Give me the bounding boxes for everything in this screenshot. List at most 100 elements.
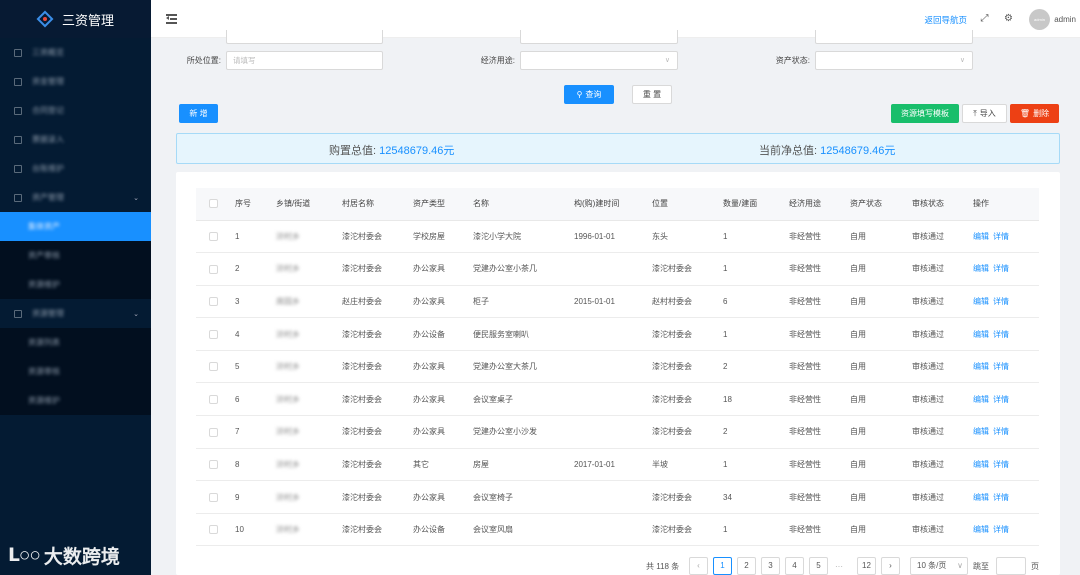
sidebar-item-9[interactable]: 资源管理 ⌄ <box>0 299 151 328</box>
page-2-button[interactable]: 2 <box>737 557 756 575</box>
row-checkbox[interactable] <box>209 427 218 437</box>
detail-link[interactable]: 详情 <box>993 395 1009 404</box>
row-checkbox[interactable] <box>209 460 218 470</box>
location-input[interactable]: 请填写 <box>226 51 383 70</box>
page-1-button[interactable]: 1 <box>713 557 732 575</box>
prev-page-button[interactable]: ‹ <box>689 557 708 575</box>
filter-input-cut-3[interactable] <box>815 30 973 44</box>
page-3-button[interactable]: 3 <box>761 557 780 575</box>
menu-item-icon <box>14 48 22 57</box>
row-select-cell <box>196 415 232 449</box>
page-4-button[interactable]: 4 <box>785 557 804 575</box>
table-row[interactable]: 3 席园乡 赵庄村委会 办公家具 柜子 2015-01-01 赵村村委会 6 非经营性 自用 审核通… <box>196 285 1039 319</box>
row-checkbox[interactable] <box>209 492 218 502</box>
page-5-button[interactable]: 5 <box>809 557 828 575</box>
edit-link[interactable]: 编辑 <box>973 232 989 241</box>
query-button[interactable]: ⚲ 查询 <box>564 85 614 104</box>
edit-link[interactable]: 编辑 <box>973 493 989 502</box>
cell-use: 非经营性 <box>786 480 847 514</box>
purchase-total-value: 12548679.46元 <box>379 145 455 157</box>
sidebar-item-4[interactable]: 台账维护 <box>0 154 151 183</box>
row-checkbox[interactable] <box>209 264 218 274</box>
col-header: 序号 <box>232 188 273 221</box>
edit-link[interactable]: 编辑 <box>973 362 989 371</box>
row-select-cell <box>196 480 232 514</box>
row-checkbox[interactable] <box>209 362 218 372</box>
row-checkbox[interactable] <box>209 231 218 241</box>
table-row[interactable]: 2 浒村乡 漆沱村委会 办公家具 党建办公室小茶几 漆沱村委会 1 非经营性 自用 审核通过 编辑详… <box>196 252 1039 286</box>
edit-link[interactable]: 编辑 <box>973 264 989 273</box>
sidebar-item-8[interactable]: 资源维护 <box>0 270 151 299</box>
edit-link[interactable]: 编辑 <box>973 460 989 469</box>
table-row[interactable]: 8 浒村乡 漆沱村委会 其它 房屋 2017-01-01 半坡 1 非经营性 自用 审核通过 编辑 详情 <box>196 448 1039 482</box>
sidebar-item-label: 资金管理 <box>32 77 64 86</box>
jump-page-input[interactable] <box>996 557 1026 575</box>
detail-link[interactable]: 详情 <box>993 427 1009 436</box>
app-logo[interactable]: 三资管理 <box>0 0 151 38</box>
cell-status: 自用 <box>847 285 909 319</box>
settings-gear-icon[interactable]: ⚙ <box>1003 13 1014 24</box>
row-checkbox[interactable] <box>209 297 218 307</box>
detail-link[interactable]: 详情 <box>993 493 1009 502</box>
table-body: 1 浒村乡 漆沱村委会 学校房屋 漆沱小学大院 1996-01-01 东头 1 非经营性 自用 审核… <box>196 220 1039 547</box>
row-checkbox[interactable] <box>209 329 218 339</box>
row-checkbox[interactable] <box>209 394 218 404</box>
edit-link[interactable]: 编辑 <box>973 297 989 306</box>
page-size-select[interactable]: 10 条/页 ∨ <box>910 557 968 575</box>
template-button[interactable]: 资源填写模板 <box>891 104 959 123</box>
edit-link[interactable]: 编辑 <box>973 395 989 404</box>
detail-link[interactable]: 详情 <box>993 264 1009 273</box>
sidebar-item-2[interactable]: 合同登记 <box>0 96 151 125</box>
table-row[interactable]: 6 浒村乡 漆沱村委会 办公家具 会议室桌子 漆沱村委会 18 非经营性 自用 审核通过 编辑 详情 <box>196 382 1039 417</box>
detail-link[interactable]: 详情 <box>993 232 1009 241</box>
edit-link[interactable]: 编辑 <box>973 427 989 436</box>
cell-name: 会议室桌子 <box>470 382 571 417</box>
cell-date: 1996-01-01 <box>571 220 649 254</box>
filter-input-cut-1[interactable] <box>226 30 383 44</box>
sidebar-item-label: 资源维护 <box>28 280 60 289</box>
detail-link[interactable]: 详情 <box>993 460 1009 469</box>
menu-collapse-icon[interactable] <box>166 14 177 24</box>
cell-actions: 编辑 详情 <box>970 285 1039 319</box>
edit-link[interactable]: 编辑 <box>973 525 989 534</box>
cell-audit: 审核通过 <box>909 448 970 482</box>
sidebar-item-10[interactable]: 资源列表 <box>0 328 151 357</box>
econ-use-select[interactable]: ∨ <box>520 51 678 70</box>
page-last-button[interactable]: 12 <box>857 557 876 575</box>
row-checkbox[interactable] <box>209 525 218 535</box>
fullscreen-icon[interactable]: ⤢ <box>979 13 990 24</box>
detail-link[interactable]: 详情 <box>993 297 1009 306</box>
filter-input-cut-2[interactable] <box>520 30 678 44</box>
select-all-checkbox[interactable] <box>209 199 218 209</box>
sidebar-item-6[interactable]: 集体资产 <box>0 212 151 241</box>
asset-status-select[interactable]: ∨ <box>815 51 973 70</box>
table-row[interactable]: 1 浒村乡 漆沱村委会 学校房屋 漆沱小学大院 1996-01-01 东头 1 非经营性 自用 审核… <box>196 220 1039 254</box>
table-row[interactable]: 7 浒村乡 漆沱村委会 办公家具 党建办公室小沙发 漆沱村委会 2 非经营性 自用 审核通过 编辑详… <box>196 415 1039 449</box>
import-button[interactable]: ⤒ 导入 <box>962 104 1007 123</box>
detail-link[interactable]: 详情 <box>993 330 1009 339</box>
user-name[interactable]: admin <box>1054 15 1076 24</box>
sidebar-item-0[interactable]: 三资概览 <box>0 38 151 67</box>
add-button[interactable]: 新 增 <box>179 104 218 123</box>
sidebar-item-3[interactable]: 票据录入 <box>0 125 151 154</box>
sidebar-item-label: 台账维护 <box>32 164 64 173</box>
cell-village: 漆沱村委会 <box>339 415 410 449</box>
table-row[interactable]: 9 浒村乡 漆沱村委会 办公家具 会议室椅子 漆沱村委会 34 非经营性 自用 审核通过 编辑 详情 <box>196 480 1039 514</box>
detail-link[interactable]: 详情 <box>993 362 1009 371</box>
detail-link[interactable]: 详情 <box>993 525 1009 534</box>
edit-link[interactable]: 编辑 <box>973 330 989 339</box>
sidebar-item-5[interactable]: 资产管理 ⌄ <box>0 183 151 212</box>
back-to-nav-link[interactable]: 返回导航页 <box>924 14 967 26</box>
table-row[interactable]: 10 浒村乡 漆沱村委会 办公设备 会议室风扇 漆沱村委会 1 非经营性 自用 审核通过 编辑 详情 <box>196 513 1039 547</box>
sidebar-item-1[interactable]: 资金管理 <box>0 67 151 96</box>
table-row[interactable]: 5 浒村乡 漆沱村委会 办公家具 党建办公室大茶几 漆沱村委会 2 非经营性 自用 审核通过 编辑详… <box>196 350 1039 384</box>
sidebar-item-11[interactable]: 资源审核 <box>0 357 151 386</box>
sidebar-item-7[interactable]: 资产审核 <box>0 241 151 270</box>
next-page-button[interactable]: › <box>881 557 900 575</box>
table-row[interactable]: 4 浒村乡 漆沱村委会 办公设备 便民服务室喇叭 漆沱村委会 1 非经营性 自用 审核通过 编辑 详情 <box>196 317 1039 351</box>
reset-button[interactable]: 重 置 <box>632 85 672 104</box>
delete-button[interactable]: 🗑 删除 <box>1010 104 1059 123</box>
avatar[interactable]: admin <box>1029 9 1050 30</box>
pagination-ellipsis[interactable]: ··· <box>835 557 843 575</box>
sidebar-item-12[interactable]: 资源维护 <box>0 386 151 415</box>
